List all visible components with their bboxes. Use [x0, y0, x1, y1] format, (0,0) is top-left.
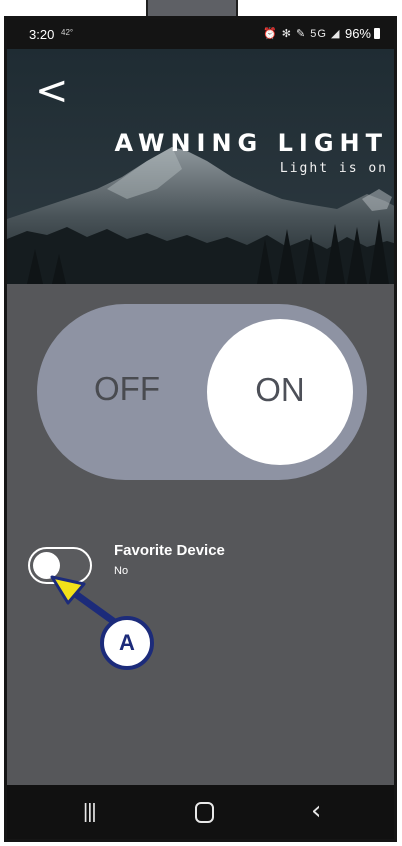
status-time: 3:20: [29, 27, 55, 42]
battery-level: 96%: [344, 26, 371, 41]
battery-indicator: 96%: [345, 26, 380, 41]
off-label: OFF: [94, 370, 160, 407]
back-chevron-icon[interactable]: <: [35, 71, 69, 111]
status-icons: ⏰ ✻ ✎ 5G ◢: [263, 28, 341, 40]
on-knob: ON: [207, 319, 353, 465]
favorite-device-label: Favorite Device: [114, 542, 225, 559]
home-icon[interactable]: [195, 802, 214, 823]
device-controls: OFF ON Favorite Device No: [7, 284, 394, 791]
battery-icon: [374, 28, 380, 39]
on-label: ON: [255, 371, 305, 408]
switch-knob: [33, 552, 60, 579]
favorite-device-switch[interactable]: [28, 547, 92, 584]
header-banner: < AWNING LIGHT Light is on: [7, 49, 394, 284]
light-power-toggle[interactable]: OFF ON: [37, 304, 367, 480]
status-temperature: 42°: [61, 28, 74, 37]
phone-screen: 3:20 42° ⏰ ✻ ✎ 5G ◢ 96% < AWNING LIGHT L…: [4, 16, 397, 842]
status-bar: 3:20 42° ⏰ ✻ ✎ 5G ◢ 96%: [7, 19, 394, 49]
favorite-device-value: No: [114, 565, 129, 577]
system-nav-bar: ||| ‹: [7, 785, 394, 839]
light-status-text: Light is on: [279, 161, 388, 176]
callout-badge: A: [100, 616, 154, 670]
nav-back-button[interactable]: ‹: [311, 796, 321, 826]
recents-button[interactable]: |||: [83, 801, 97, 824]
page-title: AWNING LIGHT: [114, 129, 388, 157]
